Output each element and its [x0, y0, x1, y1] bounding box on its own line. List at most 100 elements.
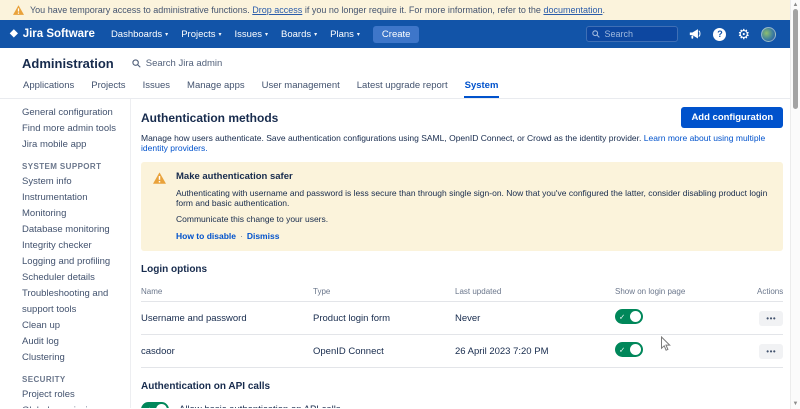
show-on-login-toggle[interactable]: ✓: [615, 309, 643, 324]
banner-text-mid: if you no longer require it. For more in…: [302, 5, 543, 15]
sidebar-item-logging-and-profiling[interactable]: Logging and profiling: [22, 254, 125, 270]
check-icon: ✓: [619, 345, 625, 354]
sidebar-item-database-monitoring[interactable]: Database monitoring: [22, 222, 125, 238]
nav-menu-label: Issues: [235, 29, 262, 40]
tab-user-management[interactable]: User management: [261, 79, 341, 98]
tab-issues[interactable]: Issues: [142, 79, 171, 98]
sidebar-item-audit-log[interactable]: Audit log: [22, 334, 125, 350]
actions-cell: •••: [757, 304, 783, 333]
admin-access-banner: You have temporary access to administrat…: [0, 0, 800, 20]
nav-menu-plans[interactable]: Plans▾: [330, 29, 360, 40]
chevron-down-icon: ▾: [357, 31, 360, 38]
api-toggle-label: Allow basic authentication on API calls.: [179, 402, 631, 408]
sidebar-item-integrity-checker[interactable]: Integrity checker: [22, 238, 125, 254]
nav-menus: Dashboards▾Projects▾Issues▾Boards▾Plans▾: [111, 29, 373, 40]
search-icon: [132, 59, 141, 68]
admin-tabs: Applications Projects Issues Manage apps Use…: [0, 79, 800, 99]
tab-latest-upgrade-report[interactable]: Latest upgrade report: [356, 79, 449, 98]
announcements-icon[interactable]: [689, 28, 702, 40]
sidebar-item-troubleshooting-and-support-tools[interactable]: Troubleshooting and support tools: [22, 286, 125, 318]
dismiss-link[interactable]: Dismiss: [247, 231, 280, 241]
sidebar-item-monitoring[interactable]: Monitoring: [22, 206, 125, 222]
chevron-down-icon: ▾: [219, 31, 222, 38]
table-body: Username and passwordProduct login formN…: [141, 302, 783, 368]
sidebar-item-general-configuration[interactable]: General configuration: [22, 105, 125, 121]
banner-text-end: .: [602, 5, 605, 15]
tab-applications[interactable]: Applications: [22, 79, 75, 98]
api-calls-title: Authentication on API calls: [141, 381, 783, 392]
nav-menu-dashboards[interactable]: Dashboards▾: [111, 29, 168, 40]
scrollbar-down-arrow[interactable]: ▼: [791, 401, 800, 407]
basic-auth-toggle[interactable]: ✓: [141, 402, 169, 408]
sidebar-item-project-roles[interactable]: Project roles: [22, 387, 125, 403]
nav-menu-label: Plans: [330, 29, 354, 40]
table-row: casdoorOpenID Connect26 April 2023 7:20 …: [141, 335, 783, 368]
login-option-type: Product login form: [313, 306, 455, 331]
drop-access-link[interactable]: Drop access: [252, 5, 302, 15]
login-options-table: NameTypeLast updatedShow on login pageAc…: [141, 282, 783, 368]
admin-sidebar: General configurationFind more admin too…: [0, 99, 131, 408]
search-icon: [592, 30, 600, 38]
scrollbar-thumb[interactable]: [793, 9, 798, 109]
content-layout: General configurationFind more admin too…: [0, 99, 800, 408]
settings-gear-icon[interactable]: ⚙: [737, 27, 750, 41]
column-header-name: Name: [141, 282, 313, 301]
sidebar-item-scheduler-details[interactable]: Scheduler details: [22, 270, 125, 286]
login-option-last-updated: 26 April 2023 7:20 PM: [455, 339, 615, 364]
help-icon[interactable]: ?: [713, 28, 726, 41]
how-to-disable-link[interactable]: How to disable: [176, 231, 236, 241]
api-auth-text: Allow basic authentication on API calls.…: [179, 402, 631, 408]
nav-menu-boards[interactable]: Boards▾: [281, 29, 317, 40]
warning-content: Make authentication safer Authenticating…: [176, 171, 771, 241]
administration-header: Administration Search Jira admin: [0, 48, 800, 79]
nav-menu-issues[interactable]: Issues▾: [235, 29, 268, 40]
chevron-down-icon: ▾: [165, 31, 168, 38]
jira-logo[interactable]: ◆ Jira Software: [10, 28, 95, 40]
tab-system[interactable]: System: [464, 79, 500, 98]
more-actions-button[interactable]: •••: [759, 344, 783, 359]
jira-diamond-icon: ◆: [10, 29, 18, 39]
show-on-login-toggle[interactable]: ✓: [615, 342, 643, 357]
intro-paragraph: Manage how users authenticate. Save auth…: [141, 133, 783, 153]
navbar-right: Search ? ⚙: [586, 26, 790, 42]
sidebar-item-system-info[interactable]: System info: [22, 174, 125, 190]
chevron-down-icon: ▾: [314, 31, 317, 38]
login-option-name: casdoor: [141, 339, 313, 364]
login-option-last-updated: Never: [455, 306, 615, 331]
column-header-actions: Actions: [757, 282, 783, 301]
more-actions-button[interactable]: •••: [759, 311, 783, 326]
nav-menu-projects[interactable]: Projects▾: [181, 29, 221, 40]
column-header-type: Type: [313, 282, 455, 301]
sidebar-item-instrumentation[interactable]: Instrumentation: [22, 190, 125, 206]
warning-icon: [13, 5, 24, 15]
sidebar-item-clean-up[interactable]: Clean up: [22, 318, 125, 334]
nav-menu-label: Dashboards: [111, 29, 162, 40]
user-avatar[interactable]: [761, 27, 776, 42]
login-option-name: Username and password: [141, 306, 313, 331]
column-header-show-on-login-page: Show on login page: [615, 282, 757, 301]
tab-manage-apps[interactable]: Manage apps: [186, 79, 246, 98]
add-configuration-button[interactable]: Add configuration: [681, 107, 783, 128]
page-scrollbar[interactable]: ▲ ▼: [790, 0, 800, 409]
warning-body: Authenticating with username and passwor…: [176, 188, 771, 208]
sidebar-item-global-permissions[interactable]: Global permissions: [22, 403, 125, 408]
navbar-search-input[interactable]: Search: [586, 26, 678, 42]
scrollbar-up-arrow[interactable]: ▲: [791, 2, 800, 8]
tab-projects[interactable]: Projects: [90, 79, 126, 98]
create-button[interactable]: Create: [373, 26, 420, 43]
warning-icon: [153, 172, 166, 184]
toggle-cell: ✓: [615, 335, 757, 367]
admin-search-input[interactable]: Search Jira admin: [132, 58, 223, 69]
sidebar-item-jira-mobile-app[interactable]: Jira mobile app: [22, 137, 125, 153]
warning-title: Make authentication safer: [176, 171, 771, 182]
table-row: Username and passwordProduct login formN…: [141, 302, 783, 335]
actions-cell: •••: [757, 337, 783, 366]
sidebar-item-find-more-admin-tools[interactable]: Find more admin tools: [22, 121, 125, 137]
documentation-link[interactable]: documentation: [543, 5, 602, 15]
sidebar-item-clustering[interactable]: Clustering: [22, 350, 125, 366]
login-options-title: Login options: [141, 264, 783, 275]
api-auth-row: ✓ Allow basic authentication on API call…: [141, 402, 783, 408]
warning-panel: Make authentication safer Authenticating…: [141, 162, 783, 251]
warning-body-2: Communicate this change to your users.: [176, 214, 771, 224]
sidebar-section-security: SECURITY: [22, 375, 125, 384]
